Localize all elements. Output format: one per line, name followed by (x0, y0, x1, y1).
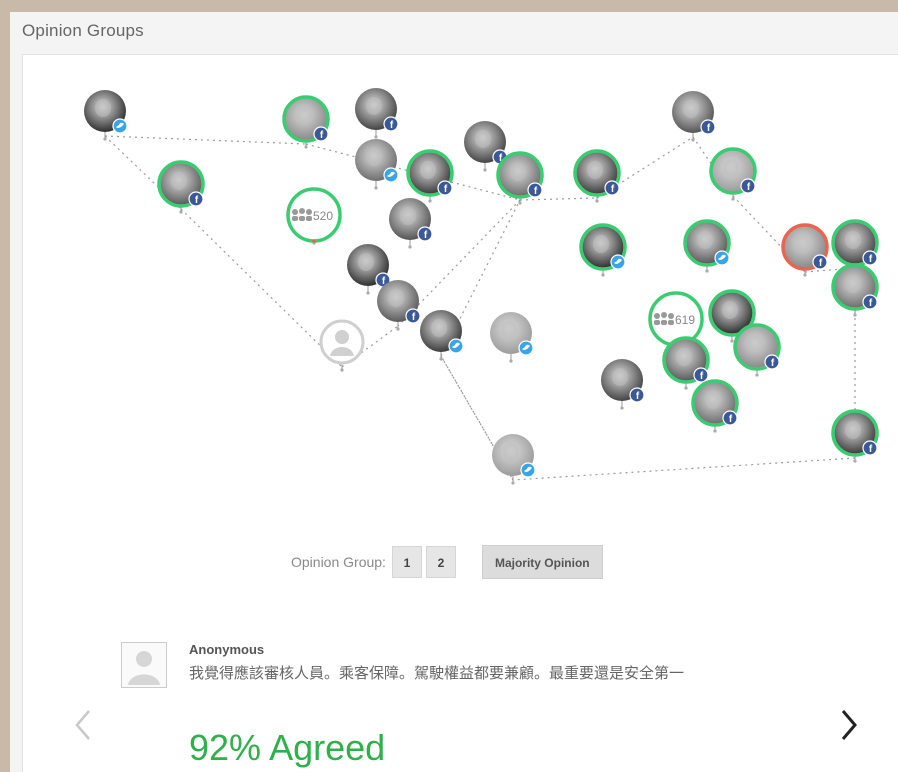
facebook-icon: f (764, 354, 780, 370)
participant-avatar[interactable]: f (662, 336, 710, 390)
participant-avatar[interactable]: f (831, 263, 879, 317)
anonymous-user-icon (128, 651, 160, 685)
facebook-icon: f (740, 178, 756, 194)
group-count: 520 (313, 209, 333, 223)
facebook-icon: f (862, 250, 878, 266)
participant-avatar[interactable] (420, 310, 464, 361)
participant-avatar[interactable] (84, 90, 128, 141)
group-count: 619 (675, 313, 695, 327)
agreement-percentage: 92% Agreed (189, 727, 386, 768)
participant-map: ffff520fffff f fff ff619fffff (84, 88, 879, 485)
participant-avatar[interactable]: f (733, 323, 781, 377)
comment-avatar (121, 642, 167, 688)
group-1-button[interactable]: 1 (391, 546, 422, 578)
facebook-icon: f (693, 367, 709, 383)
facebook-icon: f (383, 116, 399, 132)
majority-opinion-button[interactable]: Majority Opinion (481, 545, 603, 579)
participant-avatar[interactable]: f (781, 223, 829, 277)
participant-avatar[interactable]: f (601, 359, 645, 410)
facebook-icon: f (700, 119, 716, 135)
participant-avatar[interactable] (683, 219, 731, 273)
facebook-icon: f (188, 191, 204, 207)
twitter-icon (112, 118, 128, 134)
facebook-icon: f (527, 182, 543, 198)
facebook-icon: f (417, 226, 433, 242)
twitter-icon (383, 167, 399, 183)
participant-avatar[interactable]: f (831, 409, 879, 463)
facebook-icon: f (862, 440, 878, 456)
comment-author: Anonymous (189, 642, 265, 657)
group-2-button[interactable]: 2 (425, 546, 456, 578)
group-cluster-node[interactable]: 520 (286, 187, 342, 245)
participant-avatar[interactable]: f (355, 88, 399, 139)
facebook-icon: f (604, 180, 620, 196)
participant-avatar[interactable] (492, 434, 536, 485)
participant-avatar[interactable]: f (496, 151, 544, 205)
opinion-panel: f f f f 520 f f f f f f f f f f f 619 f f f f f Opinion Group… (22, 54, 898, 772)
facebook-icon: f (862, 294, 878, 310)
participant-avatar[interactable]: f (691, 379, 739, 433)
chevron-right-icon (841, 710, 857, 740)
chevron-left-icon (75, 710, 90, 740)
opinion-group-label: Opinion Group: (291, 554, 386, 570)
participant-avatar[interactable]: f (672, 91, 716, 142)
participant-avatar[interactable]: f (282, 95, 330, 149)
participant-avatar[interactable]: f (709, 147, 757, 201)
twitter-icon (610, 254, 626, 270)
facebook-icon: f (812, 254, 828, 270)
participant-avatar[interactable]: f (157, 160, 205, 214)
twitter-icon (448, 338, 464, 354)
participant-avatar[interactable] (355, 139, 399, 190)
participant-avatar[interactable]: f (406, 149, 454, 203)
opinion-groups-widget: Opinion Groups f f f f 520 f f f f f f f f f f f 619 f f f f… (10, 12, 898, 772)
facebook-icon: f (629, 387, 645, 403)
twitter-icon (518, 340, 534, 356)
participant-avatar[interactable] (490, 312, 534, 363)
participant-avatar[interactable] (579, 223, 627, 277)
facebook-icon: f (722, 410, 738, 426)
twitter-icon (520, 462, 536, 478)
connection-line (104, 135, 307, 145)
panel-title: Opinion Groups (22, 21, 144, 40)
opinion-group-controls: Opinion Group: 1 2 Majority Opinion (291, 545, 603, 579)
facebook-icon: f (313, 126, 329, 142)
twitter-icon (714, 250, 730, 266)
facebook-icon: f (437, 180, 453, 196)
participant-avatar[interactable]: f (389, 198, 433, 249)
participant-avatar[interactable]: f (573, 149, 621, 203)
connection-line (519, 197, 598, 201)
connection-line (512, 457, 856, 481)
anonymous-participant[interactable] (319, 319, 365, 372)
facebook-icon: f (405, 308, 421, 324)
participant-avatar[interactable]: f (377, 280, 421, 331)
previous-comment-button[interactable] (69, 705, 99, 745)
comment-text: 我覺得應該審核人員。乘客保障。駕駛權益都要兼顧。最重要還是安全第一 (189, 664, 685, 682)
next-comment-button[interactable] (833, 705, 863, 745)
